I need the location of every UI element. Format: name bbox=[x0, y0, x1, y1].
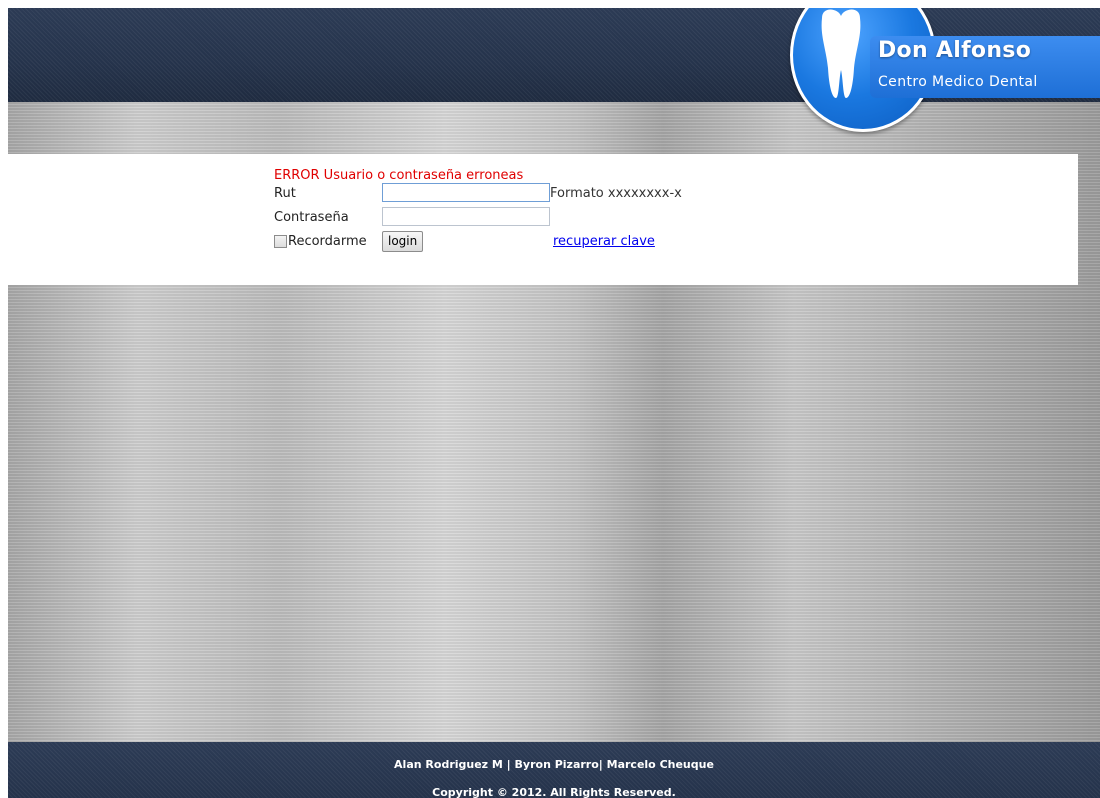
actions-row: Recordarme login recuperar clave bbox=[274, 231, 655, 257]
login-form: ERROR Usuario o contraseña erroneas Rut … bbox=[274, 168, 682, 257]
header-bar: Don Alfonso Centro Medico Dental bbox=[8, 8, 1100, 132]
login-button[interactable]: login bbox=[382, 231, 424, 252]
brand-subtitle: Centro Medico Dental bbox=[878, 74, 1038, 90]
rut-label: Rut bbox=[274, 186, 296, 201]
password-label: Contraseña bbox=[274, 210, 349, 225]
rut-format-hint: Formato xxxxxxxx-x bbox=[550, 186, 682, 201]
password-row: Contraseña bbox=[274, 207, 550, 231]
footer-authors: Alan Rodriguez M | Byron Pizarro| Marcel… bbox=[394, 758, 714, 771]
remember-label[interactable]: Recordarme bbox=[288, 234, 367, 249]
tooth-icon bbox=[821, 9, 861, 98]
footer-copyright: Copyright © 2012. All Rights Reserved. bbox=[432, 786, 676, 798]
login-panel: ERROR Usuario o contraseña erroneas Rut … bbox=[8, 154, 1078, 285]
remember-checkbox[interactable] bbox=[274, 235, 287, 248]
password-input[interactable] bbox=[382, 207, 550, 226]
footer: Alan Rodriguez M | Byron Pizarro| Marcel… bbox=[8, 742, 1100, 798]
error-message: ERROR Usuario o contraseña erroneas bbox=[274, 168, 524, 183]
brand-title: Don Alfonso bbox=[878, 38, 1032, 63]
rut-row: Rut Formato xxxxxxxx-x bbox=[274, 183, 682, 207]
page-frame: Don Alfonso Centro Medico Dental ERROR U… bbox=[8, 8, 1100, 798]
recover-password-link[interactable]: recuperar clave bbox=[553, 234, 655, 249]
rut-input[interactable] bbox=[382, 183, 550, 202]
